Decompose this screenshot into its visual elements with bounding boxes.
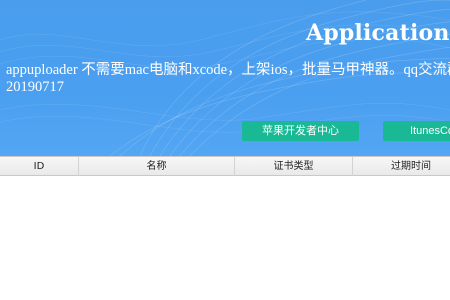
app-window: Application Upl appuploader 不需要mac电脑和xco… [0,0,450,300]
description-line: 20190717 [6,79,64,95]
column-header-expiry[interactable]: 过期时间 [353,157,450,176]
page-title: Application Upl [306,20,450,46]
apple-developer-center-button[interactable]: 苹果开发者中心 [242,121,359,141]
column-header-id[interactable]: ID [0,157,79,176]
certificate-table: ID 名称 证书类型 过期时间 [0,156,450,300]
page-description: appuploader 不需要mac电脑和xcode，上架ios，批量马甲神器。… [6,62,450,96]
table-header: ID 名称 证书类型 过期时间 [0,156,450,176]
itunes-connect-button[interactable]: ItunesCon [383,121,450,141]
table-body [0,176,450,300]
column-header-cert-type[interactable]: 证书类型 [235,157,353,176]
header-banner: Application Upl appuploader 不需要mac电脑和xco… [0,0,450,156]
description-line: appuploader 不需要mac电脑和xcode，上架ios，批量马甲神器。… [6,62,450,78]
column-header-name[interactable]: 名称 [79,157,235,176]
